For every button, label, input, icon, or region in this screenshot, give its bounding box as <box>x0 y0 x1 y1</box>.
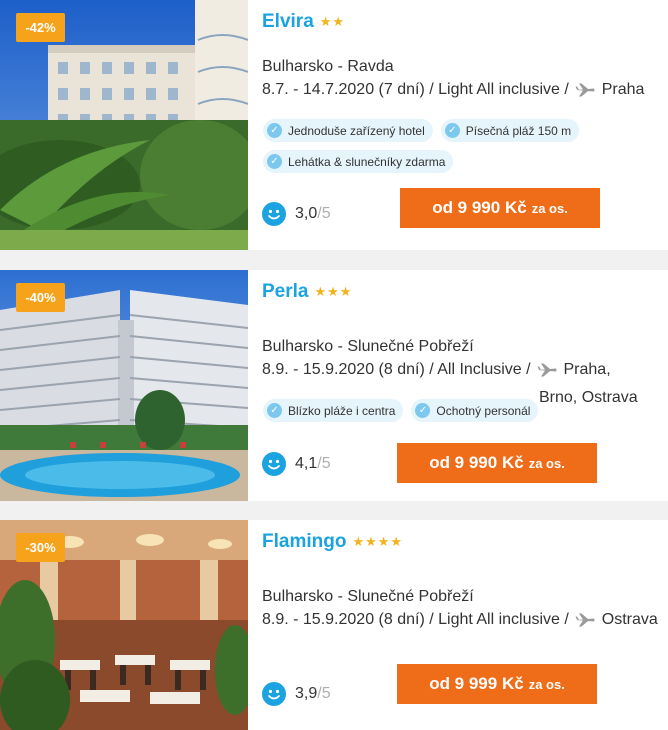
price-unit: za os. <box>528 676 565 692</box>
star-rating: ★★★ <box>314 284 353 299</box>
check-icon: ✓ <box>267 403 282 418</box>
smiley-icon <box>262 682 286 706</box>
star-rating: ★★ <box>319 14 346 29</box>
feature-tag: ✓ Ochotný personál <box>411 399 539 422</box>
plane-icon <box>575 83 595 97</box>
departure-city: Praha, <box>563 361 611 378</box>
price-button[interactable]: od 9 990 Kč za os. <box>400 188 600 228</box>
rating-value: 4,1 <box>295 455 318 472</box>
smiley-icon <box>262 202 286 226</box>
trip-dates-board: 8.9. - 15.9.2020 (8 dní) / Light All inc… <box>262 611 569 628</box>
hotel-photo[interactable]: -40% <box>0 270 248 501</box>
price-button[interactable]: od 9 999 Kč za os. <box>397 664 597 704</box>
discount-badge: -30% <box>16 533 65 562</box>
price-unit: za os. <box>531 200 568 216</box>
discount-badge: -40% <box>16 283 65 312</box>
location-text: Bulharsko - Slunečné Pobřeží <box>262 338 474 355</box>
hotel-photo[interactable]: -30% <box>0 520 248 730</box>
hotel-card[interactable]: -30% Flamingo ★★★★ Bulharsko - Slunečné … <box>0 520 668 730</box>
trip-details: 8.7. - 14.7.2020 (7 dní) / Light All inc… <box>262 81 644 99</box>
star-rating: ★★★★ <box>352 534 404 549</box>
guest-rating: 4,1 /5 <box>262 452 331 476</box>
price-unit: za os. <box>528 455 565 471</box>
hotel-name-link[interactable]: Flamingo <box>262 531 346 553</box>
feature-tag: ✓ Písečná pláž 150 m <box>440 119 580 142</box>
check-icon: ✓ <box>415 403 431 418</box>
price-amount: od 9 990 Kč <box>432 198 527 217</box>
trip-details: 8.9. - 15.9.2020 (8 dní) / Light All inc… <box>262 611 658 629</box>
feature-tags: ✓ Blízko pláže i centra ✓ Ochotný personál <box>263 399 603 422</box>
rating-value: 3,0 <box>295 205 318 222</box>
trip-dates-board: 8.7. - 14.7.2020 (7 dní) / Light All inc… <box>262 81 569 98</box>
check-icon: ✓ <box>267 154 282 169</box>
title-row: Perla ★★★ <box>262 281 352 303</box>
trip-dates-board: 8.9. - 15.9.2020 (8 dní) / All Inclusive… <box>262 361 531 378</box>
feature-tags: ✓ Jednoduše zařízený hotel ✓ Písečná pláž … <box>263 119 603 173</box>
check-icon: ✓ <box>444 123 460 138</box>
title-row: Flamingo ★★★★ <box>262 531 403 553</box>
rating-max: /5 <box>317 205 331 222</box>
departure-city: Praha <box>601 81 645 98</box>
hotel-photo[interactable]: -42% <box>0 0 248 250</box>
trip-details: 8.9. - 15.9.2020 (8 dní) / All Inclusive… <box>262 361 611 379</box>
hotel-name-link[interactable]: Perla <box>262 281 308 303</box>
price-amount: od 9 990 Kč <box>429 453 524 472</box>
hotel-card[interactable]: -42% Elvira ★★ Bulharsko - Ravda 8.7. - … <box>0 0 668 250</box>
check-icon: ✓ <box>267 123 282 138</box>
location-text: Bulharsko - Slunečné Pobřeží <box>262 588 474 605</box>
location-text: Bulharsko - Ravda <box>262 58 394 75</box>
hotel-name-link[interactable]: Elvira <box>262 11 314 33</box>
smiley-icon <box>262 452 286 476</box>
price-button[interactable]: od 9 990 Kč za os. <box>397 443 597 483</box>
rating-max: /5 <box>317 685 331 702</box>
guest-rating: 3,9 /5 <box>262 682 331 706</box>
title-row: Elvira ★★ <box>262 11 345 33</box>
guest-rating: 3,0 /5 <box>262 202 331 226</box>
feature-tag: ✓ Blízko pláže i centra <box>263 399 404 422</box>
departure-city: Ostrava <box>601 611 658 628</box>
feature-tag: ✓ Lehátka & slunečníky zdarma <box>263 150 454 173</box>
price-amount: od 9 999 Kč <box>429 674 524 693</box>
rating-max: /5 <box>317 455 331 472</box>
feature-tag: ✓ Jednoduše zařízený hotel <box>263 119 433 142</box>
rating-value: 3,9 <box>295 685 318 702</box>
discount-badge: -42% <box>16 13 65 42</box>
plane-icon <box>575 613 595 627</box>
plane-icon <box>537 363 557 377</box>
hotel-card[interactable]: -40% Perla ★★★ Bulharsko - Slunečné Pobř… <box>0 270 668 501</box>
